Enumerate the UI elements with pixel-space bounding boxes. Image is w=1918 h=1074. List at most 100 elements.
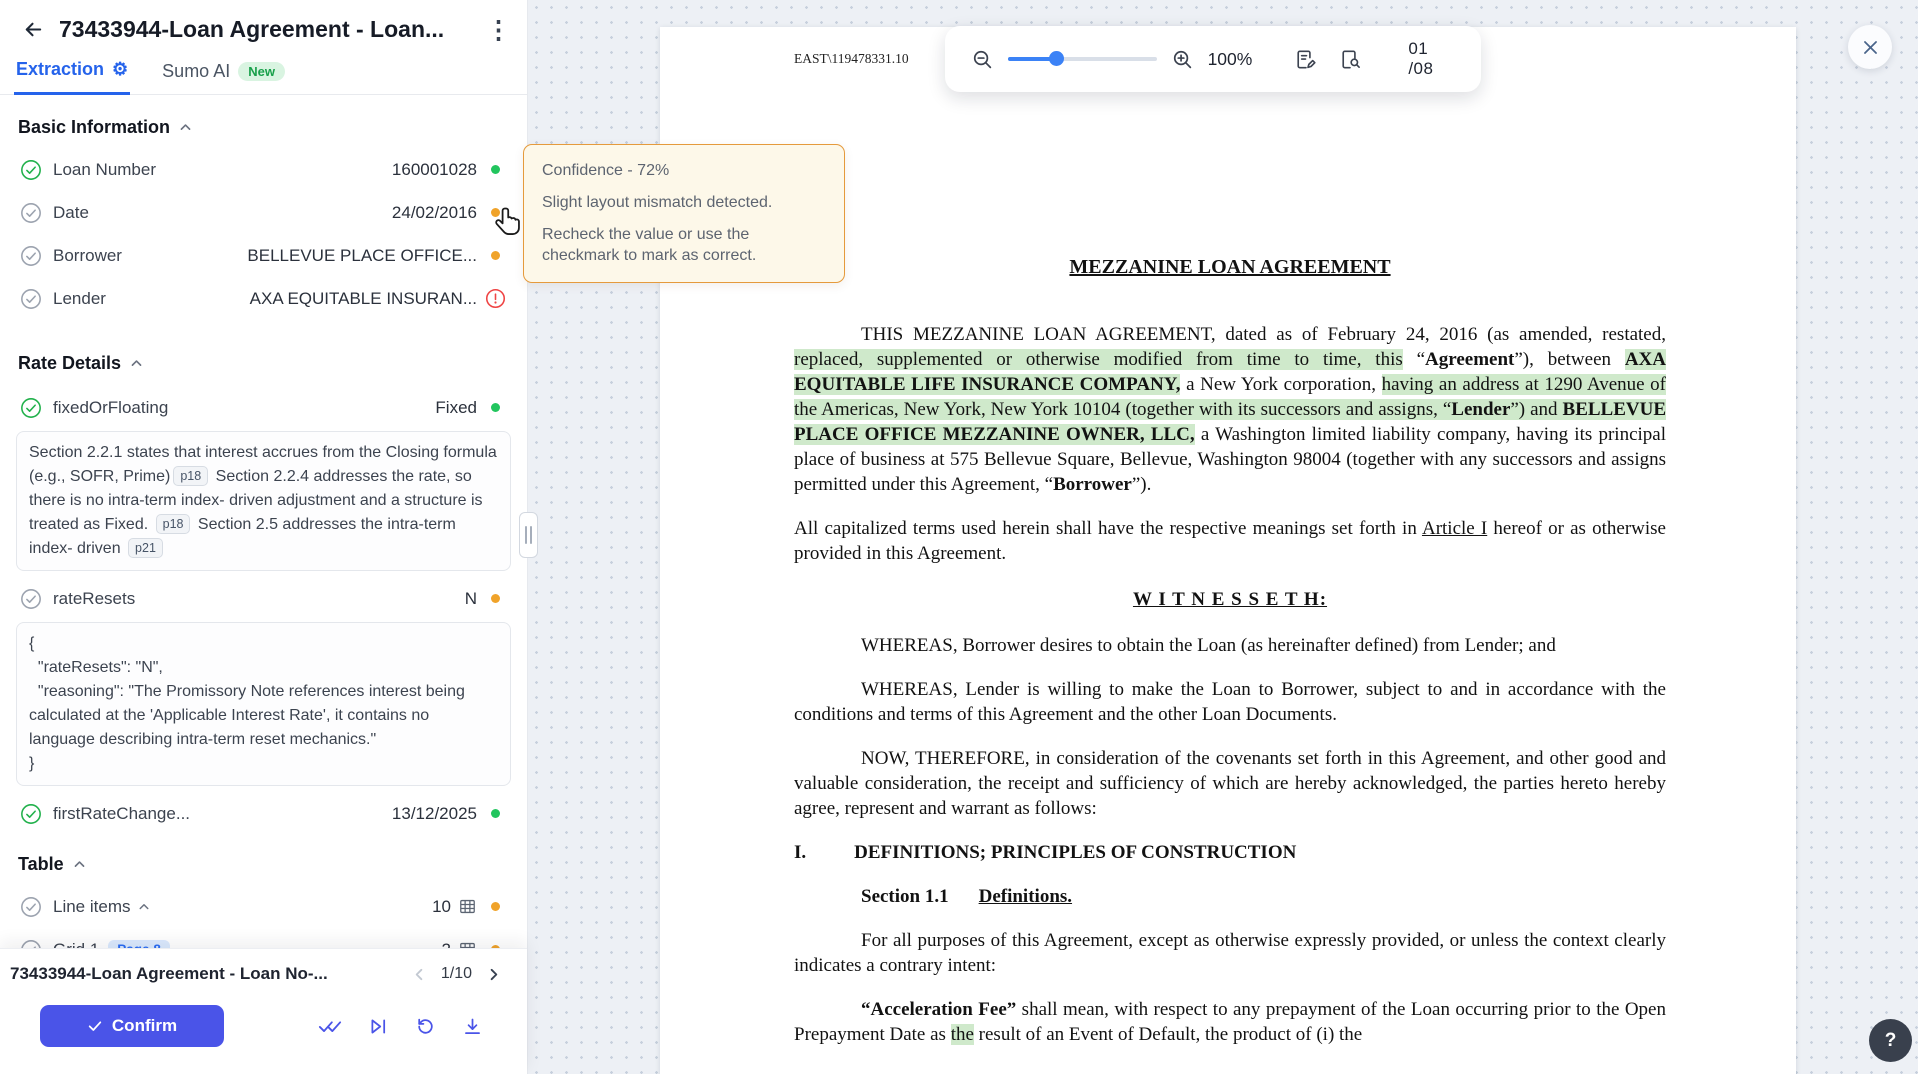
panel-resize-handle[interactable] [519, 512, 538, 558]
field-label: Grid 1 [53, 940, 99, 949]
annotate-document-button[interactable] [1294, 48, 1317, 71]
field-value: N [464, 588, 477, 608]
check-circle-icon[interactable] [20, 202, 42, 224]
check-circle-icon[interactable] [20, 397, 42, 419]
field-row-rate-resets[interactable]: rateResets N [14, 577, 513, 620]
prev-document-button[interactable] [410, 965, 429, 984]
check-circle-icon[interactable] [20, 588, 42, 610]
confirm-all-button[interactable] [318, 1016, 342, 1036]
document-watermark: EAST\119478331.10 [794, 51, 909, 66]
document-title: 73433944-Loan Agreement - Loan... [59, 16, 445, 42]
chevron-left-icon [415, 968, 423, 980]
field-row-date[interactable]: Date 24/02/2016 [14, 191, 513, 234]
kebab-menu-button[interactable]: ⋮ [486, 17, 511, 42]
confirm-button[interactable]: Confirm [40, 1005, 224, 1047]
gear-icon[interactable]: ⚙ [112, 59, 128, 80]
document-search-icon [1342, 50, 1361, 68]
zoom-level: 100% [1207, 48, 1253, 69]
status-dot-orange[interactable] [490, 208, 500, 217]
field-label: Lender [53, 288, 106, 308]
field-value: 10 [432, 896, 451, 916]
field-row-lender[interactable]: Lender AXA EQUITABLE INSURAN... [14, 277, 513, 320]
section-table[interactable]: Table [18, 851, 513, 877]
viewer-toolbar: 100% 01 /08 [945, 26, 1481, 92]
status-dot-green[interactable] [490, 403, 500, 412]
field-row-loan-number[interactable]: Loan Number 160001028 [14, 148, 513, 191]
page-reference-pill[interactable]: p18 [155, 514, 191, 534]
field-value: BELLEVUE PLACE OFFICE... [247, 245, 477, 265]
section-heading-label: Table [18, 853, 64, 874]
document-pager: 1/10 [410, 965, 509, 984]
doc-paragraph: For all purposes of this Agreement, exce… [794, 930, 1666, 976]
section-rate-details[interactable]: Rate Details [18, 350, 513, 376]
download-button[interactable] [462, 1016, 483, 1037]
status-dot-green[interactable] [490, 809, 500, 818]
help-button[interactable]: ? [1869, 1019, 1912, 1062]
chevron-up-icon [74, 860, 85, 867]
check-circle-icon[interactable] [20, 245, 42, 267]
tab-sumo-ai[interactable]: Sumo AI New [160, 61, 287, 94]
close-viewer-button[interactable] [1848, 25, 1892, 69]
field-row-borrower[interactable]: Borrower BELLEVUE PLACE OFFICE... [14, 234, 513, 277]
zoom-slider[interactable] [1008, 51, 1157, 66]
doc-paragraph: W I T N E S S E T H: [1132, 589, 1328, 610]
doc-paragraph: “Acceleration Fee” shall mean, with resp… [794, 999, 1666, 1045]
check-circle-icon[interactable] [20, 159, 42, 181]
check-circle-icon[interactable] [20, 939, 42, 948]
field-value: 13/12/2025 [391, 803, 477, 823]
field-label: fixedOrFloating [53, 397, 169, 417]
tab-sumo-label: Sumo AI [162, 61, 231, 81]
field-label: Date [53, 202, 89, 222]
extraction-sidebar: 73433944-Loan Agreement - Loan... ⋮ Extr… [0, 0, 528, 1074]
refresh-icon [418, 1018, 433, 1034]
tab-extraction[interactable]: Extraction ⚙ [14, 59, 131, 95]
section-heading-label: Basic Information [18, 116, 171, 137]
zoom-in-button[interactable] [1171, 48, 1194, 71]
zoom-slider-thumb[interactable] [1049, 51, 1064, 66]
field-row-first-rate-change[interactable]: firstRateChange... 13/12/2025 [14, 792, 513, 835]
search-in-document-button[interactable] [1339, 48, 1362, 71]
next-document-button[interactable] [484, 965, 503, 984]
field-value: Fixed [435, 397, 477, 417]
status-dot-orange[interactable] [490, 251, 500, 260]
page-badge[interactable]: Page 8 [108, 940, 170, 948]
check-circle-icon[interactable] [20, 896, 42, 918]
back-button[interactable] [22, 18, 45, 41]
field-row-grid-1[interactable]: Grid 1 Page 8 2 [14, 928, 513, 948]
skip-to-end-button[interactable] [368, 1016, 389, 1037]
chevron-up-icon [180, 123, 191, 130]
check-circle-icon[interactable] [20, 288, 42, 310]
zoom-in-icon [1173, 50, 1191, 68]
doc-paragraph: WHEREAS, Lender is willing to make the L… [794, 679, 1666, 725]
tooltip-instruction-line: Recheck the value or use the checkmark t… [542, 226, 757, 264]
extraction-fields-panel: Basic Information Loan Number 160001028 … [0, 104, 527, 948]
field-value: 24/02/2016 [391, 202, 477, 222]
status-dot-orange[interactable] [490, 902, 500, 911]
status-dot-green[interactable] [490, 165, 500, 174]
refresh-button[interactable] [415, 1016, 436, 1037]
chevron-up-icon[interactable] [138, 901, 150, 913]
reasoning-note-box: Section 2.2.1 states that interest accru… [16, 431, 511, 571]
sidebar-footer: 73433944-Loan Agreement - Loan No-... 1/… [0, 948, 527, 1074]
tooltip-warning-line: Slight layout mismatch detected. [542, 194, 773, 211]
doc-paragraph: NOW, THEREFORE, in consideration of the … [794, 748, 1666, 819]
document-content: MEZZANINE LOAN AGREEMENT THIS MEZZANINE L… [794, 255, 1666, 1066]
status-dot-orange[interactable] [490, 594, 500, 603]
zoom-out-button[interactable] [971, 48, 994, 71]
field-label: Loan Number [53, 159, 157, 179]
double-check-icon [318, 1021, 342, 1032]
help-label: ? [1884, 1029, 1897, 1051]
new-badge: New [238, 62, 285, 81]
field-row-line-items[interactable]: Line items 10 [14, 885, 513, 928]
section-basic-information[interactable]: Basic Information [18, 114, 513, 140]
extraction-highlight: ”) and [1510, 399, 1563, 420]
page-reference-pill[interactable]: p21 [128, 538, 163, 558]
field-value: 160001028 [391, 159, 477, 179]
field-row-fixed-or-floating[interactable]: fixedOrFloating Fixed [14, 386, 513, 429]
error-alert-icon[interactable] [477, 288, 513, 309]
check-circle-icon[interactable] [20, 803, 42, 825]
table-grid-icon [458, 940, 477, 948]
tab-extraction-label: Extraction [16, 59, 105, 79]
page-reference-pill[interactable]: p18 [173, 466, 209, 486]
sidebar-tabs: Extraction ⚙ Sumo AI New [0, 43, 527, 95]
